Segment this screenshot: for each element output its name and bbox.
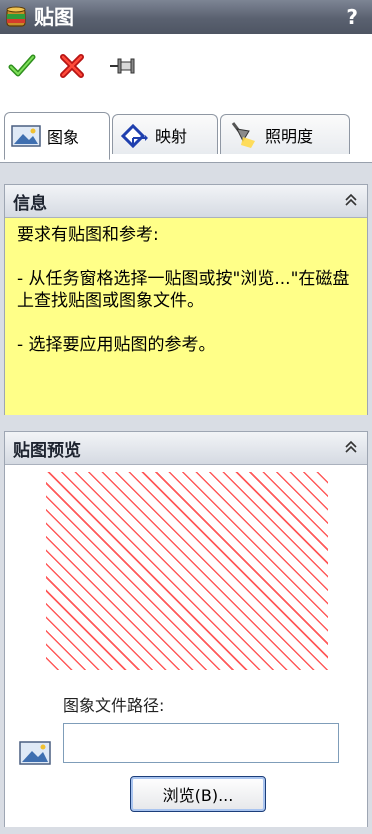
info-line: - 选择要应用贴图的参考。 (17, 335, 216, 355)
preview-panel-title: 贴图预览 (13, 441, 81, 461)
tab-mapping-label: 映射 (155, 126, 188, 146)
tab-image[interactable]: 图象 (4, 112, 110, 160)
info-message: 要求有贴图和参考: - 从任务窗格选择一贴图或按"浏览..."在磁盘上查找贴图或… (5, 218, 367, 415)
window-title: 贴图 (34, 5, 74, 29)
property-manager-content: 信息 要求有贴图和参考: - 从任务窗格选择一贴图或按"浏览..."在磁盘上查找… (0, 163, 372, 834)
lamp-icon (231, 121, 255, 148)
tab-image-label: 图象 (47, 128, 80, 147)
image-path-input[interactable] (63, 723, 339, 763)
pushpin-icon[interactable] (108, 52, 136, 80)
title-bar: 贴图 ? (0, 0, 372, 34)
help-button[interactable]: ? (346, 4, 358, 30)
collapse-chevrons-icon[interactable] (343, 439, 359, 455)
image-file-icon (19, 741, 51, 765)
decal-preview-panel: 贴图预览 图象文件路径: 浏览(B)... (4, 431, 368, 827)
collapse-chevrons-icon[interactable] (343, 192, 359, 208)
info-line: 要求有贴图和参考: (17, 225, 159, 245)
info-panel-header[interactable]: 信息 (5, 185, 367, 218)
info-line: - 从任务窗格选择一贴图或按"浏览..."在磁盘上查找贴图或图象文件。 (17, 269, 350, 311)
image-icon (11, 125, 41, 147)
tab-strip: 图象 映射 照明度 (0, 104, 372, 163)
tab-lighting[interactable]: 照明度 (220, 114, 350, 154)
image-path-label: 图象文件路径: (63, 696, 165, 715)
cancel-x-icon[interactable] (58, 52, 86, 80)
tab-lighting-label: 照明度 (265, 126, 314, 146)
tab-mapping[interactable]: 映射 (112, 114, 218, 154)
browse-button[interactable]: 浏览(B)... (130, 776, 266, 812)
preview-panel-header[interactable]: 贴图预览 (5, 432, 367, 465)
info-panel-title: 信息 (13, 194, 47, 214)
paint-can-icon (6, 6, 26, 27)
info-panel: 信息 要求有贴图和参考: - 从任务窗格选择一贴图或按"浏览..."在磁盘上查找… (4, 184, 368, 415)
decal-preview-image (46, 472, 328, 670)
ok-check-icon[interactable] (8, 52, 36, 80)
mapping-icon (120, 123, 148, 148)
preview-body: 图象文件路径: 浏览(B)... (5, 465, 367, 827)
toolbar (0, 34, 372, 104)
